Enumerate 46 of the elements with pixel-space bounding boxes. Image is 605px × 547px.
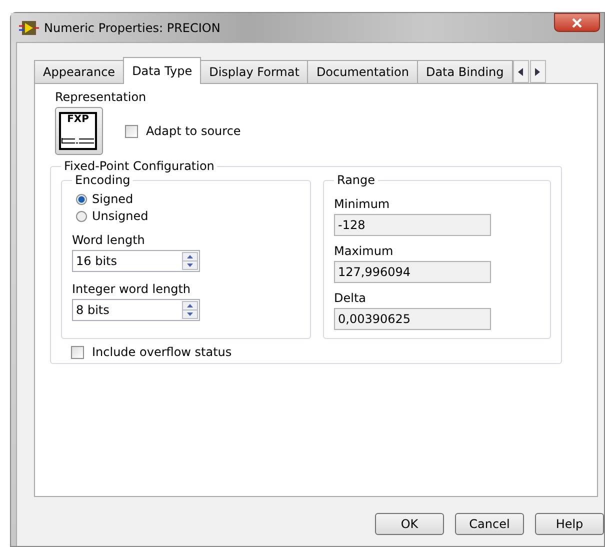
tab-scroll-left-button[interactable] [512, 60, 529, 83]
field-label: Maximum [334, 244, 394, 258]
readonly-field: 127,996094 [334, 261, 491, 283]
field-label: Integer word length [72, 282, 192, 296]
group-title: Range [336, 173, 376, 187]
group-title: Fixed-Point Configuration [63, 159, 216, 173]
spinner-icon [182, 252, 198, 270]
radio-label: Signed [92, 192, 134, 206]
numeric-field[interactable]: 8 bits [72, 299, 200, 321]
numeric-field[interactable]: 16 bits [72, 250, 200, 272]
tab[interactable]: Data Type [123, 57, 202, 84]
radio-button[interactable] [76, 210, 87, 222]
tab-scroll-right-button[interactable] [530, 60, 546, 83]
right-arrow-icon [534, 68, 541, 76]
tab[interactable]: Appearance [34, 60, 124, 83]
left-arrow-icon [518, 68, 524, 76]
radio-option[interactable]: Signed [76, 192, 300, 206]
checkbox[interactable] [125, 124, 138, 138]
adapt-to-source-checkbox[interactable]: Adapt to source [125, 124, 241, 138]
readonly-field: -128 [334, 214, 491, 236]
dialog-button[interactable]: Help [535, 513, 604, 535]
fixed-point-icon [61, 137, 95, 145]
checkbox-label: Include overflow status [92, 345, 232, 359]
field-label: Delta [334, 291, 368, 305]
tab[interactable]: Documentation [307, 60, 418, 83]
field-label: Minimum [334, 197, 391, 211]
close-button[interactable] [554, 13, 600, 32]
readonly-field: 0,00390625 [334, 308, 491, 330]
app-icon [19, 20, 39, 36]
field-label: Word length [72, 233, 146, 247]
tab[interactable]: Display Format [200, 60, 308, 83]
tab[interactable]: Data Binding [416, 60, 513, 83]
group-title: Encoding [74, 173, 132, 187]
dialog-button[interactable]: OK [375, 513, 444, 535]
representation-button[interactable]: FXP [55, 107, 103, 155]
window-title: Numeric Properties: PRECION [44, 20, 220, 34]
radio-label: Unsigned [92, 209, 148, 223]
representation-label: Representation [55, 90, 148, 104]
radio-button[interactable] [76, 194, 87, 204]
dialog-button[interactable]: Cancel [455, 513, 524, 535]
checkbox[interactable] [71, 346, 84, 358]
include-overflow-checkbox[interactable]: Include overflow status [71, 345, 551, 359]
close-icon [571, 18, 583, 28]
spinner-icon [182, 301, 198, 319]
checkbox-label: Adapt to source [146, 124, 241, 138]
radio-option[interactable]: Unsigned [76, 209, 300, 223]
